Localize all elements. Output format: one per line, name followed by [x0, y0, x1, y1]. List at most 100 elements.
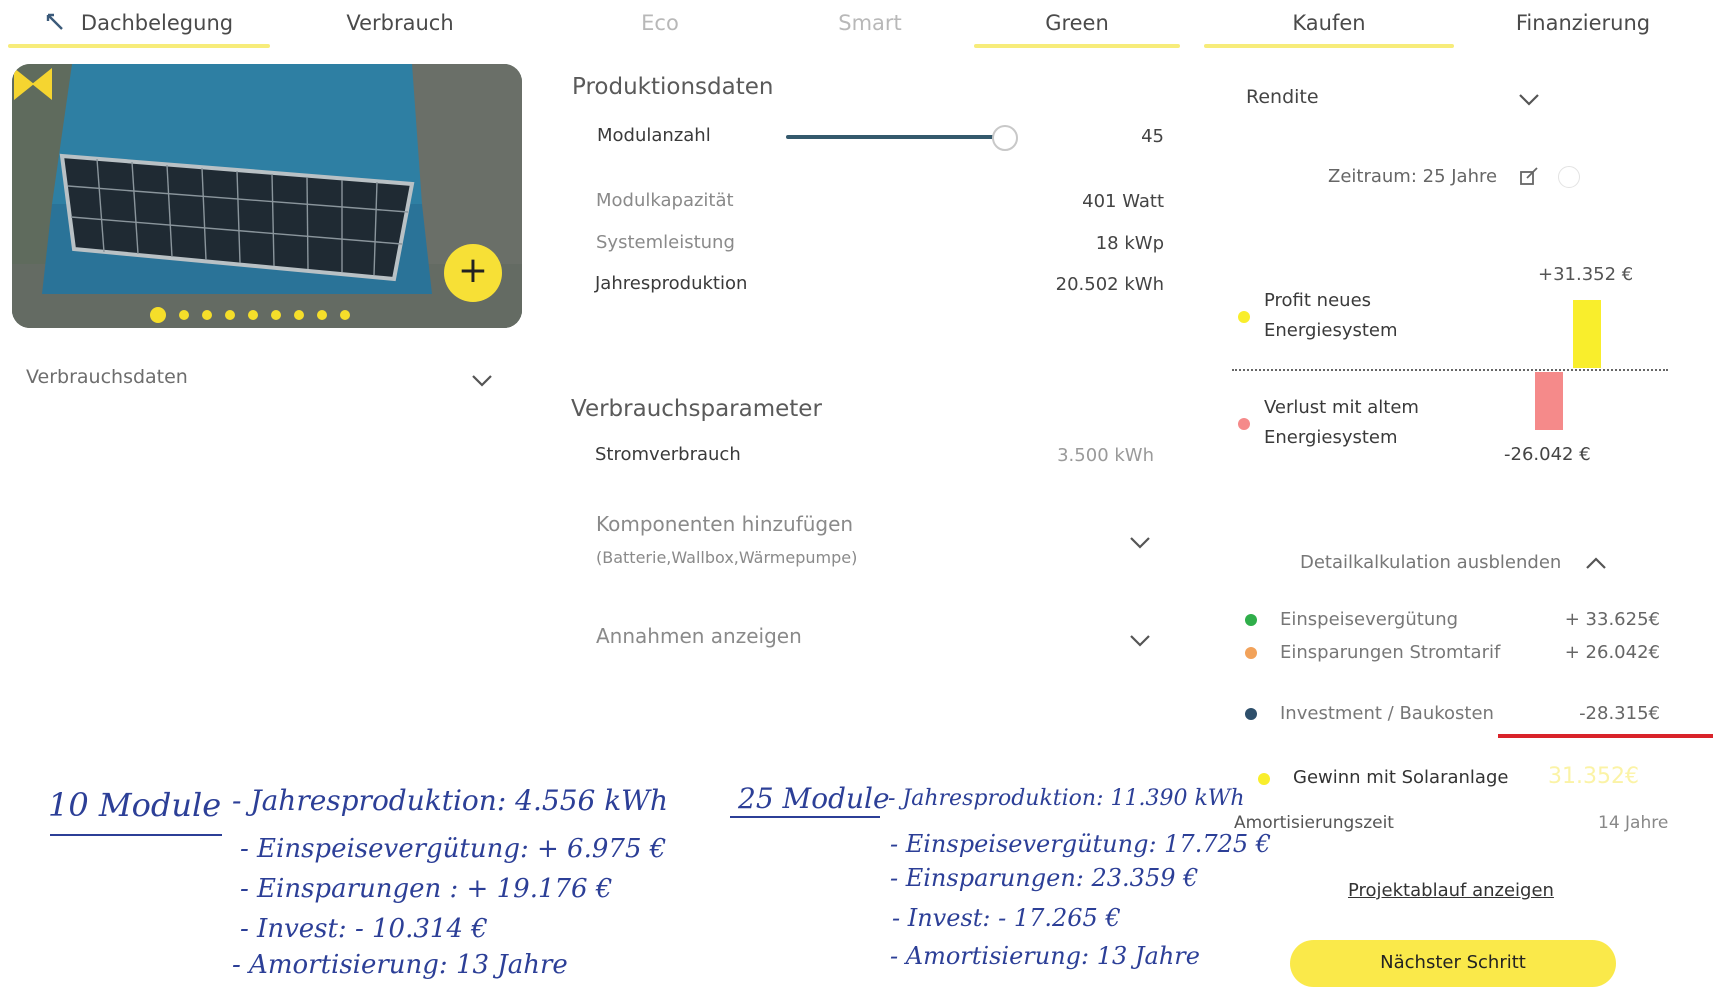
loss-label-line: Energiesystem — [1264, 427, 1398, 448]
gewinn-dot — [1258, 773, 1270, 785]
chevron-down-icon[interactable] — [471, 374, 493, 388]
komponenten-sublabel: (Batterie,Wallbox,Wärmepumpe) — [596, 548, 858, 567]
chevron-down-icon[interactable] — [1129, 634, 1151, 648]
slider-track — [786, 135, 1006, 139]
handwritten-underline — [50, 834, 222, 836]
loss-bar — [1535, 372, 1563, 430]
carousel-dot[interactable] — [179, 310, 189, 320]
tab-eco[interactable]: Eco — [580, 6, 740, 42]
einspeise-value: + 33.625€ — [1564, 609, 1660, 630]
tab-green[interactable]: Green — [974, 6, 1180, 48]
handwritten-right-line: - Einsparungen: 23.359 € — [890, 864, 1199, 892]
carousel-dot[interactable] — [150, 307, 166, 323]
tab-label: Smart — [838, 11, 902, 35]
tab-finanzierung[interactable]: Finanzierung — [1478, 6, 1688, 42]
investment-value: -28.315€ — [1579, 703, 1660, 724]
tab-verbrauch[interactable]: Verbrauch — [300, 6, 500, 42]
carousel-next-icon[interactable] — [12, 64, 36, 104]
roof-image-carousel: + — [12, 64, 522, 328]
handwritten-right-title: 25 Module — [738, 782, 890, 815]
profit-label-line: Profit neues — [1264, 290, 1372, 311]
projektablauf-link[interactable]: Projektablauf anzeigen — [1348, 880, 1554, 901]
einsparungen-label: Einsparungen Stromtarif — [1280, 642, 1501, 663]
profit-legend-label: Profit neues Energiesystem — [1264, 286, 1398, 346]
add-image-button[interactable]: + — [444, 244, 502, 302]
systemleistung-value: 18 kWp — [1095, 233, 1164, 254]
handwritten-left-line: - Einsparungen : + 19.176 € — [240, 874, 613, 904]
chevron-down-icon[interactable] — [1129, 536, 1151, 550]
handwritten-right-line: - Einspeisevergütung: 17.725 € — [890, 830, 1272, 858]
carousel-dots — [150, 307, 350, 323]
einspeise-dot — [1245, 614, 1257, 626]
annahmen-label[interactable]: Annahmen anzeigen — [596, 624, 802, 648]
stromverbrauch-label: Stromverbrauch — [595, 444, 741, 465]
carousel-dot[interactable] — [294, 310, 304, 320]
gewinn-value: 31.352€ — [1548, 764, 1639, 789]
edit-icon[interactable] — [1518, 166, 1540, 188]
chart-baseline — [1232, 369, 1668, 371]
tab-label: Kaufen — [1292, 11, 1366, 35]
jahresproduktion-value: 20.502 kWh — [1055, 274, 1164, 295]
jahresproduktion-label: Jahresproduktion — [595, 273, 748, 294]
investment-label: Investment / Baukosten — [1280, 703, 1494, 724]
carousel-dot[interactable] — [271, 310, 281, 320]
zeitraum-label: Zeitraum: 25 Jahre — [1328, 166, 1498, 187]
tab-label: Verbrauch — [346, 11, 454, 35]
verbrauchsdaten-label[interactable]: Verbrauchsdaten — [26, 366, 188, 388]
info-icon[interactable] — [1558, 166, 1580, 188]
roof-satellite-image — [12, 64, 522, 328]
profit-bar — [1573, 300, 1601, 368]
loss-legend-label: Verlust mit altem Energiesystem — [1264, 393, 1419, 453]
handdrawn-red-underline — [1498, 734, 1713, 738]
handwritten-right-line: - Jahresproduktion: 11.390 kWh — [888, 786, 1245, 811]
stromverbrauch-value[interactable]: 3.500 kWh — [1000, 445, 1154, 466]
tab-label: Green — [1045, 11, 1109, 35]
gewinn-label: Gewinn mit Solaranlage — [1293, 767, 1509, 788]
einspeise-label: Einspeisevergütung — [1280, 609, 1459, 630]
next-step-button[interactable]: Nächster Schritt — [1290, 940, 1616, 987]
tab-underline — [1204, 44, 1454, 48]
chevron-down-icon[interactable] — [1518, 93, 1540, 107]
modulanzahl-slider[interactable] — [786, 122, 1018, 152]
handwritten-left-line: - Invest: - 10.314 € — [240, 914, 488, 944]
modulkapazitaet-label: Modulkapazität — [596, 190, 734, 211]
tab-label: Dachbelegung — [80, 11, 234, 35]
loss-value: -26.042 € — [1504, 444, 1591, 465]
handwritten-left-line: - Amortisierung: 13 Jahre — [232, 950, 568, 980]
produktionsdaten-title: Produktionsdaten — [572, 74, 774, 100]
profit-value: +31.352 € — [1538, 264, 1634, 285]
modulanzahl-label: Modulanzahl — [597, 125, 711, 146]
slider-thumb[interactable] — [992, 125, 1018, 151]
carousel-dot[interactable] — [248, 310, 258, 320]
top-tab-bar: Dachbelegung Verbrauch Eco Smart Green K… — [0, 0, 1713, 52]
tab-kaufen[interactable]: Kaufen — [1204, 6, 1454, 48]
tab-underline — [8, 44, 270, 48]
handwritten-left-line: - Jahresproduktion: 4.556 kWh — [232, 784, 668, 817]
tab-dachbelegung[interactable]: Dachbelegung — [8, 6, 270, 48]
rendite-dropdown[interactable]: Rendite — [1246, 86, 1319, 108]
einsparungen-dot — [1245, 647, 1257, 659]
loss-legend-dot — [1238, 418, 1250, 430]
carousel-dot[interactable] — [317, 310, 327, 320]
carousel-dot[interactable] — [202, 310, 212, 320]
modulanzahl-value: 45 — [1141, 126, 1164, 147]
carousel-dot[interactable] — [225, 310, 235, 320]
handwritten-right-line: - Invest: - 17.265 € — [892, 904, 1121, 932]
tab-smart[interactable]: Smart — [790, 6, 950, 42]
komponenten-label[interactable]: Komponenten hinzufügen — [596, 512, 853, 536]
pin-icon — [46, 13, 63, 30]
loss-label-line: Verlust mit altem — [1264, 397, 1419, 418]
profit-label-line: Energiesystem — [1264, 320, 1398, 341]
verbrauchsparameter-title: Verbrauchsparameter — [571, 396, 822, 422]
detailkalkulation-toggle[interactable]: Detailkalkulation ausblenden — [1300, 552, 1561, 573]
tab-label: Finanzierung — [1515, 11, 1651, 35]
tab-underline — [974, 44, 1180, 48]
chevron-up-icon[interactable] — [1585, 556, 1607, 570]
amortisierung-value: 14 Jahre — [1598, 813, 1669, 833]
carousel-dot[interactable] — [340, 310, 350, 320]
handwritten-underline — [730, 816, 880, 818]
systemleistung-label: Systemleistung — [596, 232, 735, 253]
handwritten-left-title: 10 Module — [48, 786, 222, 824]
investment-dot — [1245, 708, 1257, 720]
handwritten-right-line: - Amortisierung: 13 Jahre — [890, 942, 1200, 970]
